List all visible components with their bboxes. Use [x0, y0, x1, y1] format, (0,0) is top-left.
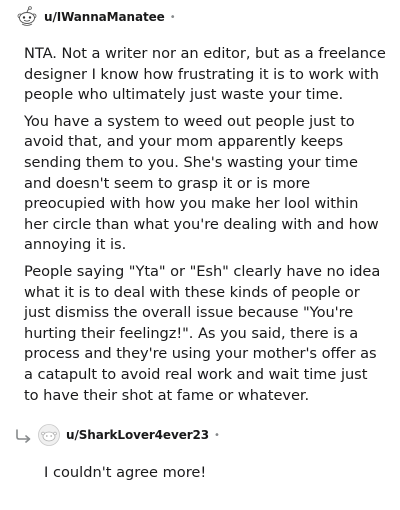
- comment-paragraph: You have a system to weed out people jus…: [24, 112, 379, 254]
- reply-arrow-icon: [14, 427, 34, 443]
- comment-body: NTA. Not a writer nor an editor, but as …: [24, 44, 386, 412]
- separator-dot: •: [214, 429, 220, 441]
- reddit-snoo-icon[interactable]: [16, 6, 38, 28]
- comment-username[interactable]: u/IWannaManatee: [44, 10, 165, 24]
- reply-text: I couldn't agree more!: [44, 464, 207, 481]
- comment-paragraph: NTA. Not a writer nor an editor, but as …: [24, 45, 386, 104]
- separator-dot: •: [169, 11, 176, 23]
- reply-body: I couldn't agree more!: [44, 463, 384, 484]
- comment-paragraph: People saying "Yta" or "Esh" clearly hav…: [24, 262, 381, 404]
- reply-username[interactable]: u/SharkLover4ever23: [66, 428, 209, 442]
- reply-header: u/SharkLover4ever23 •: [14, 422, 220, 448]
- comment-header: u/IWannaManatee •: [16, 4, 176, 30]
- default-avatar-icon[interactable]: [38, 424, 60, 446]
